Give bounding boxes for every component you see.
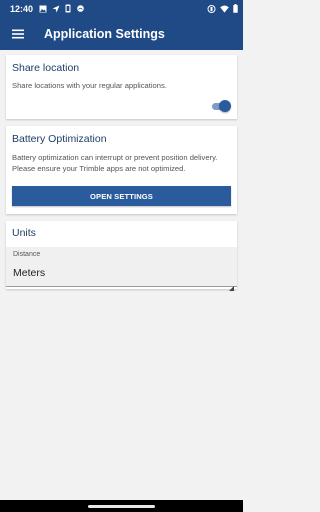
distance-value: Meters xyxy=(13,267,46,279)
page-title: Application Settings xyxy=(44,26,165,41)
sim-icon xyxy=(65,4,71,13)
status-bar: 12:40 xyxy=(0,0,243,17)
battery-icon xyxy=(233,4,238,13)
battery-optimization-card: Battery Optimization Battery optimizatio… xyxy=(6,126,237,214)
navigation-bar xyxy=(0,500,243,512)
share-location-title: Share location xyxy=(12,62,80,74)
cloud-icon xyxy=(76,5,85,12)
status-icons-left xyxy=(39,4,85,13)
navigation-icon xyxy=(52,5,60,13)
wifi-icon xyxy=(220,4,229,13)
battery-optimization-title: Battery Optimization xyxy=(12,133,107,145)
battery-optimization-description: Battery optimization can interrupt or pr… xyxy=(12,153,218,173)
distance-label: Distance xyxy=(13,251,41,258)
status-icons-right xyxy=(207,4,238,13)
share-location-description: Share locations with your regular applic… xyxy=(12,81,167,90)
share-location-card: Share location Share locations with your… xyxy=(6,55,237,119)
image-icon xyxy=(39,5,47,13)
vibrate-icon xyxy=(207,4,216,13)
app-bar: Application Settings xyxy=(0,17,243,50)
dropdown-arrow-icon xyxy=(229,278,234,291)
open-settings-button[interactable]: OPEN SETTINGS xyxy=(12,186,231,206)
distance-select[interactable]: Distance Meters xyxy=(6,247,237,291)
share-location-toggle[interactable] xyxy=(211,100,231,112)
units-title: Units xyxy=(12,227,36,239)
units-card: Units Distance Meters xyxy=(6,221,237,291)
hamburger-menu-icon[interactable] xyxy=(2,17,34,50)
home-gesture-handle[interactable] xyxy=(88,505,155,508)
status-time: 12:40 xyxy=(10,3,34,14)
toggle-thumb xyxy=(219,100,231,112)
